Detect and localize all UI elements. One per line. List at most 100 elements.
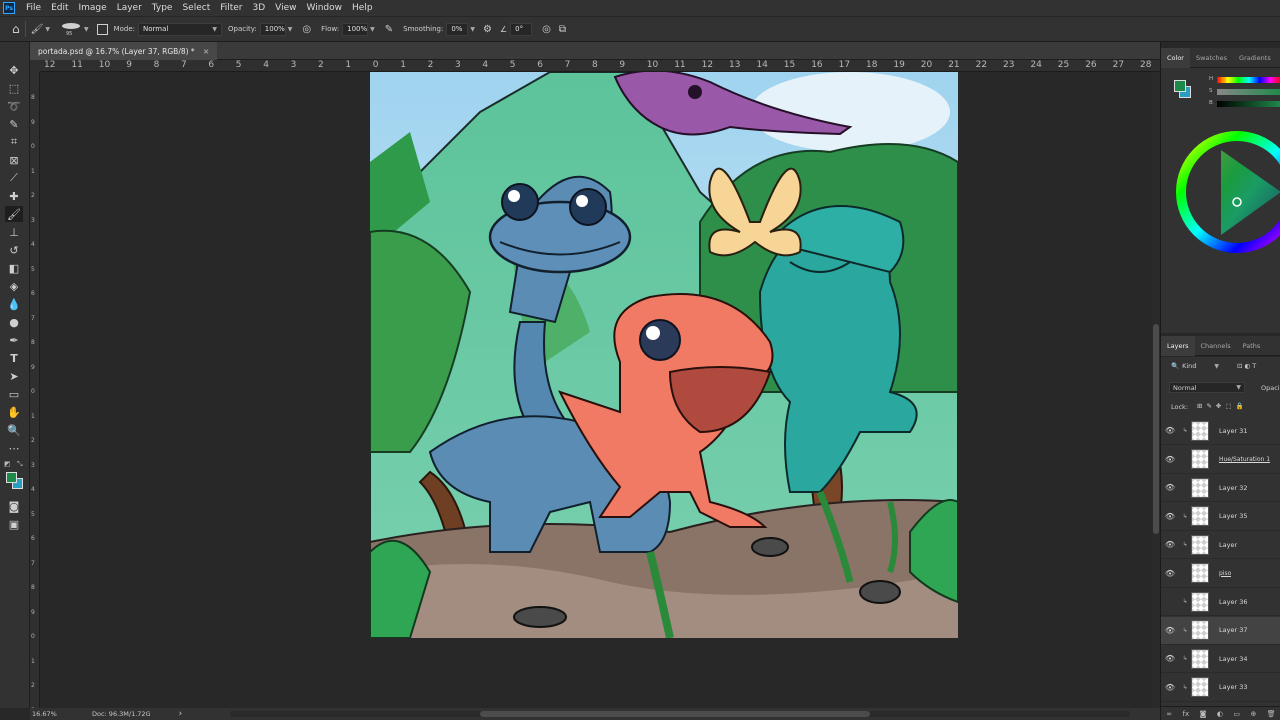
layer-name[interactable]: Layer bbox=[1219, 541, 1237, 549]
eye-icon[interactable]: 👁 bbox=[1161, 626, 1179, 635]
layer-row[interactable]: ↳ Layer 36 bbox=[1161, 588, 1280, 616]
document-tab[interactable]: portada.psd @ 16.7% (Layer 37, RGB/8) * … bbox=[30, 42, 218, 60]
saturation-slider[interactable] bbox=[1217, 89, 1280, 95]
move-tool-icon[interactable]: ✥ bbox=[5, 62, 23, 78]
layer-thumbnail[interactable] bbox=[1191, 506, 1209, 526]
layer-row[interactable]: 👁 ↳ Layer 33 bbox=[1161, 674, 1280, 702]
tab-channels[interactable]: Channels bbox=[1195, 336, 1237, 356]
screen-mode-icon[interactable]: ▣ bbox=[5, 516, 23, 532]
eye-icon[interactable]: 👁 bbox=[1161, 654, 1179, 663]
quick-selection-tool-icon[interactable]: ✎ bbox=[5, 116, 23, 132]
foreground-color-swatch[interactable] bbox=[6, 472, 17, 483]
layer-row[interactable]: 👁 ↳ Layer bbox=[1161, 531, 1280, 559]
menu-select[interactable]: Select bbox=[177, 3, 215, 13]
angle-field[interactable]: 0° bbox=[510, 22, 533, 36]
layer-style-icon[interactable]: fx bbox=[1183, 710, 1190, 718]
chevron-down-icon[interactable]: ▼ bbox=[288, 26, 293, 33]
rectangle-tool-icon[interactable]: ▭ bbox=[5, 386, 23, 402]
brush-preview[interactable]: 95 bbox=[60, 20, 82, 38]
group-layers-icon[interactable]: ▭ bbox=[1233, 710, 1240, 718]
tab-paths[interactable]: Paths bbox=[1237, 336, 1267, 356]
zoom-level[interactable]: 16.67% bbox=[32, 710, 72, 718]
dodge-tool-icon[interactable]: ● bbox=[5, 314, 23, 330]
opacity-field[interactable]: 100% bbox=[259, 22, 286, 36]
vertical-scrollbar[interactable] bbox=[1152, 72, 1160, 708]
history-brush-tool-icon[interactable]: ↺ bbox=[5, 242, 23, 258]
default-colors-icon[interactable]: ◩ bbox=[4, 460, 11, 468]
layer-row[interactable]: 👁 ↳ Layer 34 bbox=[1161, 645, 1280, 673]
eye-icon[interactable]: 👁 bbox=[1161, 426, 1179, 435]
lasso-tool-icon[interactable]: ➰ bbox=[5, 98, 23, 114]
quick-mask-icon[interactable]: ◙ bbox=[5, 498, 23, 514]
layer-name[interactable]: Layer 33 bbox=[1219, 683, 1247, 691]
layer-name[interactable]: Layer 32 bbox=[1219, 484, 1247, 492]
chevron-down-icon[interactable]: ▼ bbox=[84, 26, 89, 33]
layer-thumbnail[interactable] bbox=[1191, 563, 1209, 583]
layer-name[interactable]: piso bbox=[1219, 570, 1231, 577]
new-layer-icon[interactable]: ⊕ bbox=[1250, 710, 1256, 718]
brush-tool-icon[interactable]: 🖌 bbox=[5, 206, 23, 222]
eye-icon[interactable]: 👁 bbox=[1161, 569, 1179, 578]
foreground-color-swatch[interactable] bbox=[1174, 80, 1186, 92]
flow-field[interactable]: 100% bbox=[342, 22, 369, 36]
menu-file[interactable]: File bbox=[21, 3, 46, 13]
smoothing-field[interactable]: 0% bbox=[446, 22, 469, 36]
frame-tool-icon[interactable]: ⊠ bbox=[5, 152, 23, 168]
chevron-down-icon[interactable]: ▼ bbox=[470, 26, 475, 33]
scrollbar-thumb[interactable] bbox=[1153, 324, 1159, 534]
lock-icons[interactable]: ⊞✎✥⬚🔒 bbox=[1197, 402, 1248, 410]
menu-layer[interactable]: Layer bbox=[112, 3, 147, 13]
adjustment-layer-icon[interactable]: ◐ bbox=[1217, 710, 1223, 718]
menu-view[interactable]: View bbox=[270, 3, 301, 13]
crop-tool-icon[interactable]: ⌗ bbox=[5, 134, 23, 150]
eyedropper-tool-icon[interactable]: ⟋ bbox=[5, 170, 23, 186]
type-tool-icon[interactable]: T bbox=[5, 350, 23, 366]
zoom-tool-icon[interactable]: 🔍 bbox=[5, 422, 23, 438]
layer-name[interactable]: Layer 37 bbox=[1219, 626, 1247, 634]
marquee-tool-icon[interactable]: ⬚ bbox=[5, 80, 23, 96]
clone-stamp-tool-icon[interactable]: ⊥ bbox=[5, 224, 23, 240]
scrollbar-thumb[interactable] bbox=[480, 711, 870, 717]
layer-row[interactable]: 👁 Layer 32 bbox=[1161, 474, 1280, 502]
layer-name[interactable]: Layer 36 bbox=[1219, 598, 1247, 606]
hand-tool-icon[interactable]: ✋ bbox=[5, 404, 23, 420]
eye-icon[interactable]: 👁 bbox=[1161, 483, 1179, 492]
airbrush-icon[interactable]: ✎ bbox=[385, 24, 393, 35]
layer-thumbnail[interactable] bbox=[1191, 420, 1209, 441]
horizontal-scrollbar[interactable] bbox=[230, 711, 1130, 717]
menu-3d[interactable]: 3D bbox=[248, 3, 271, 13]
eraser-tool-icon[interactable]: ◧ bbox=[5, 260, 23, 276]
path-selection-tool-icon[interactable]: ➤ bbox=[5, 368, 23, 384]
mode-select[interactable]: Normal ▼ bbox=[138, 22, 223, 36]
brush-settings-icon[interactable] bbox=[96, 23, 108, 35]
delete-layer-icon[interactable]: 🗑 bbox=[1267, 710, 1276, 718]
swap-colors-icon[interactable]: ⤡ bbox=[17, 460, 23, 469]
menu-image[interactable]: Image bbox=[74, 3, 112, 13]
layer-row[interactable]: 👁 Hue/Saturation 1 bbox=[1161, 446, 1280, 474]
layer-row[interactable]: 👁 ↳ Layer 35 bbox=[1161, 503, 1280, 531]
layer-thumbnail[interactable] bbox=[1191, 534, 1209, 555]
pen-tool-icon[interactable]: ✒ bbox=[5, 332, 23, 348]
layer-thumbnail[interactable] bbox=[1191, 449, 1209, 469]
layer-thumbnail[interactable] bbox=[1191, 677, 1209, 697]
symmetry-icon[interactable]: ⧉ bbox=[559, 24, 566, 35]
layer-thumbnail[interactable] bbox=[1191, 477, 1209, 498]
color-wheel[interactable] bbox=[1161, 120, 1280, 280]
layer-row[interactable]: 👁 ↳ Layer 37 bbox=[1161, 616, 1280, 645]
tab-layers[interactable]: Layers bbox=[1161, 335, 1195, 356]
home-icon[interactable]: ⌂ bbox=[12, 22, 20, 36]
layer-filter-icons[interactable]: ⊡ ◐ T bbox=[1237, 362, 1256, 370]
eye-icon[interactable]: 👁 bbox=[1161, 540, 1179, 549]
eye-icon[interactable]: 👁 bbox=[1161, 683, 1179, 692]
chevron-down-icon[interactable]: ▼ bbox=[45, 26, 50, 33]
menu-help[interactable]: Help bbox=[347, 3, 378, 13]
layer-row[interactable]: 👁 ↳ Layer 31 bbox=[1161, 417, 1280, 445]
hue-slider[interactable] bbox=[1217, 77, 1280, 83]
brightness-slider[interactable] bbox=[1217, 101, 1280, 107]
document-canvas[interactable] bbox=[370, 72, 958, 638]
layer-name[interactable]: Layer 34 bbox=[1219, 655, 1247, 663]
status-menu-arrow[interactable]: › bbox=[179, 709, 183, 719]
eye-icon[interactable]: 👁 bbox=[1161, 512, 1179, 521]
tab-color[interactable]: Color bbox=[1161, 47, 1190, 68]
healing-brush-tool-icon[interactable]: ✚ bbox=[5, 188, 23, 204]
